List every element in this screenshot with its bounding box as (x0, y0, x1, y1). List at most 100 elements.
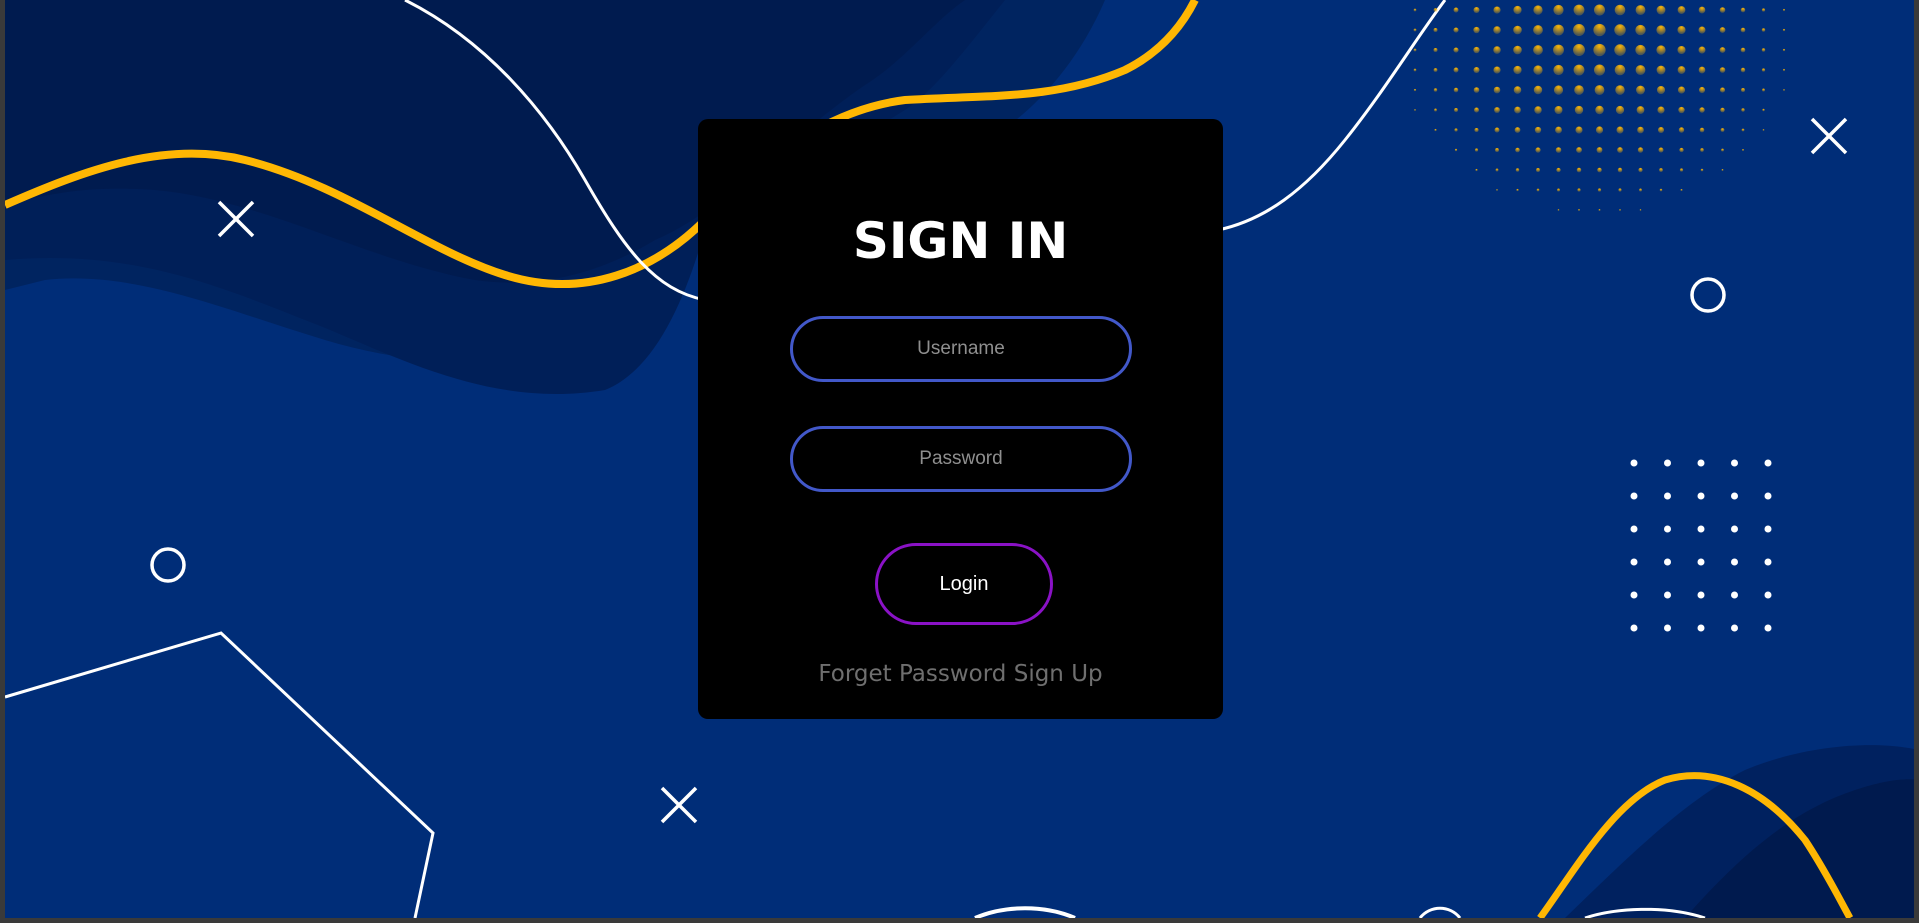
yellow-dot (1639, 209, 1642, 211)
yellow-dot (1658, 147, 1664, 153)
yellow-dot (1677, 25, 1686, 35)
yellow-dot (1656, 85, 1666, 95)
yellow-dot (1659, 188, 1663, 192)
yellow-dot (1740, 67, 1746, 73)
white-dot (1731, 591, 1738, 599)
yellow-dot (1782, 8, 1786, 12)
yellow-dot (1698, 86, 1706, 94)
white-dot (1630, 459, 1638, 467)
yellow-dot (1576, 147, 1582, 153)
sign-in-title: SIGN IN (852, 212, 1069, 270)
yellow-dot (1454, 128, 1458, 132)
yellow-dot (1740, 47, 1746, 53)
yellow-dot (1657, 126, 1665, 134)
sign-up-link[interactable]: Sign Up (1014, 661, 1103, 687)
yellow-dot (1638, 167, 1643, 173)
yellow-dot (1413, 8, 1417, 12)
white-line (1418, 906, 1462, 918)
yellow-dot (1656, 65, 1666, 75)
white-line (5, 631, 435, 918)
login-button[interactable]: Login (875, 543, 1053, 625)
yellow-dot (1454, 108, 1458, 112)
yellow-dot (1493, 86, 1501, 94)
yellow-dot (1495, 148, 1499, 152)
white-dot (1764, 624, 1772, 632)
yellow-dot (1698, 26, 1706, 34)
yellow-dot (1782, 68, 1786, 72)
auth-links: Forget Password Sign Up (698, 659, 1223, 689)
yellow-dot (1434, 128, 1437, 132)
yellow-dot (1474, 127, 1479, 133)
yellow-dot (1556, 167, 1561, 173)
yellow-dot (1434, 108, 1437, 112)
white-dot (1664, 459, 1671, 467)
white-line (974, 906, 1076, 918)
username-input[interactable] (790, 316, 1132, 382)
yellow-dot (1515, 168, 1520, 172)
yellow-dot (1699, 107, 1705, 113)
white-dot (1664, 525, 1671, 533)
yellow-dot (1474, 148, 1479, 152)
yellow-dot (1597, 167, 1602, 173)
yellow-dot (1513, 25, 1522, 35)
yellow-dot (1513, 65, 1522, 75)
yellow-dot (1617, 167, 1623, 173)
yellow-dot (1555, 147, 1562, 153)
yellow-dot (1433, 8, 1438, 12)
yellow-dot (1742, 149, 1744, 151)
forget-password-link[interactable]: Forget Password (818, 661, 1006, 687)
white-dot (1697, 591, 1705, 599)
white-dot (1731, 624, 1738, 632)
yellow-dot (1555, 126, 1562, 134)
yellow-dot (1557, 209, 1560, 211)
white-dot (1664, 492, 1671, 500)
white-dot (1630, 525, 1638, 533)
yellow-dot (1533, 65, 1543, 75)
yellow-dot (1782, 28, 1786, 32)
yellow-dot (1783, 89, 1785, 91)
yellow-dot (1535, 147, 1541, 153)
yellow-dot (1678, 127, 1685, 133)
white-dot-grid (1630, 459, 1772, 632)
yellow-dot (1533, 25, 1543, 35)
yellow-dot (1615, 105, 1625, 115)
yellow-dot (1656, 5, 1666, 15)
yellow-dot (1473, 46, 1480, 54)
yellow-dot (1677, 86, 1686, 94)
yellow-dot (1553, 24, 1564, 36)
yellow-dot (1680, 188, 1683, 192)
yellow-dot (1453, 87, 1459, 93)
password-input[interactable] (790, 426, 1132, 492)
yellow-dot (1656, 25, 1666, 35)
yellow-dot (1720, 128, 1725, 132)
yellow-dot (1433, 28, 1438, 32)
yellow-dot (1657, 106, 1665, 114)
yellow-dot-grid (1413, 4, 1786, 211)
yellow-dot (1573, 24, 1585, 36)
yellow-dot (1556, 188, 1561, 192)
yellow-dot (1721, 148, 1724, 152)
yellow-dot (1413, 68, 1417, 72)
yellow-dot (1473, 66, 1480, 74)
yellow-dot (1761, 48, 1766, 52)
yellow-dot (1515, 147, 1520, 153)
yellow-dot (1762, 88, 1765, 92)
yellow-dot (1618, 188, 1622, 192)
yellow-dot (1578, 209, 1580, 211)
yellow-dot (1514, 127, 1521, 133)
yellow-dot (1679, 168, 1684, 172)
yellow-dot (1575, 126, 1583, 134)
white-dot (1697, 558, 1705, 566)
yellow-dot (1574, 105, 1584, 115)
white-dot (1697, 525, 1705, 533)
yellow-dot (1494, 127, 1500, 133)
yellow-dot (1761, 8, 1766, 12)
white-dot (1764, 558, 1772, 566)
yellow-dot (1700, 148, 1704, 152)
yellow-dot (1534, 106, 1542, 114)
yellow-dot (1493, 66, 1501, 74)
yellow-dot (1414, 109, 1416, 111)
yellow-dot (1721, 169, 1724, 171)
yellow-dot (1619, 209, 1621, 211)
yellow-dot (1577, 188, 1581, 192)
